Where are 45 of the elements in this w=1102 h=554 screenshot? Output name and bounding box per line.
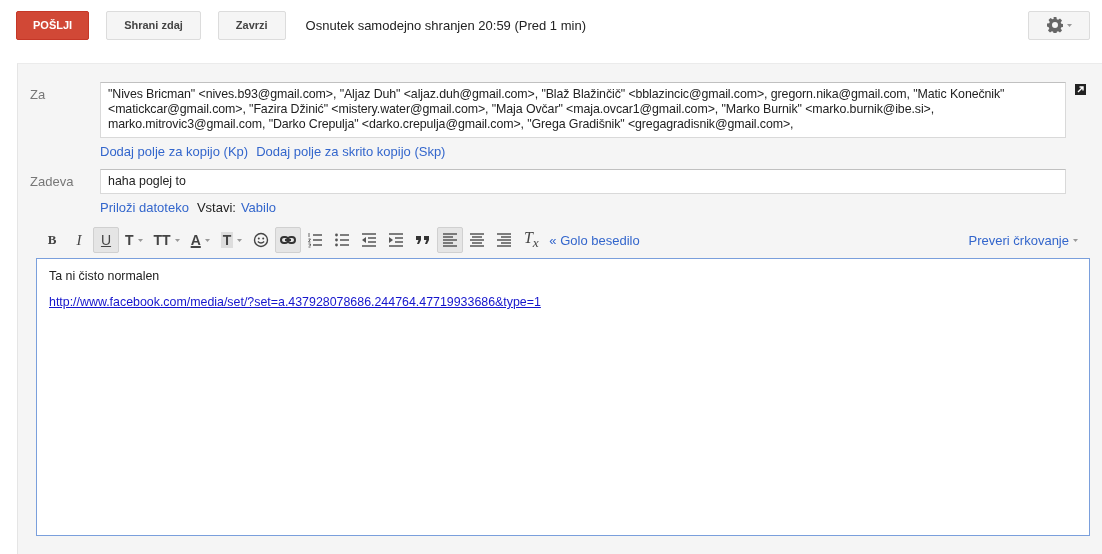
caret-icon (204, 238, 210, 242)
recipients-field[interactable]: "Nives Bricman" <nives.b93@gmail.com>, "Aljaz Duh" <aljaz.duh@gmail.com>, "Blaž Blažinčič" <bblazincic@gmail.com>, gregorn.nika@gmail.com, "Matic Konečnik" <matickcar@gmail.com>, "Fazira Džinić" <mistery.water@gmail.com>, "Maja Ovčar" <maja.ovcar1@gmail.com>, "Marko Burnik" <marko.burnik@ibe.si>, marko.mitrovic3@gmail.com, "Darko Crepulja" <darko.crepulja@gmail.com>, "Grega Gradišnik" <gregagradisnik@gmail.com>, (100, 82, 1066, 138)
subject-label: Zadeva (30, 173, 75, 189)
draft-status: Osnutek samodejno shranjen 20:59 (Pred 1 min) (305, 17, 586, 33)
send-button[interactable]: POŠLJI (16, 10, 90, 40)
highlight-button[interactable]: T (215, 227, 248, 253)
italic-button[interactable]: I (66, 227, 92, 253)
settings-button[interactable] (1028, 10, 1090, 40)
add-bcc-link[interactable]: Dodaj polje za skrito kopijo (Skp) (256, 144, 446, 159)
caret-icon (137, 238, 143, 242)
invitation-link[interactable]: Vabilo (240, 200, 277, 215)
caret-icon (1066, 23, 1072, 27)
smiley-icon (253, 232, 270, 248)
numbered-list-icon (307, 232, 324, 248)
bold-button[interactable]: B (39, 227, 65, 253)
body-text: Ta ni čisto normalen (49, 269, 160, 283)
subject-field[interactable]: haha poglej to (100, 169, 1066, 194)
outdent-icon (361, 232, 378, 248)
plain-text-link[interactable]: « Golo besedilo (549, 232, 640, 248)
align-left-button[interactable] (437, 227, 464, 253)
clear-formatting-button[interactable]: T$_{x}$ (518, 227, 545, 253)
underline-button[interactable]: U (93, 227, 119, 253)
align-right-icon (496, 232, 513, 248)
font-button[interactable]: T (120, 227, 148, 253)
to-label: Za (30, 86, 47, 102)
caret-icon (174, 238, 180, 242)
add-cc-link[interactable]: Dodaj polje za kopijo (Kp) (100, 144, 249, 159)
caret-icon (237, 238, 243, 242)
popout-icon[interactable] (1075, 84, 1086, 95)
align-center-icon (469, 232, 486, 248)
text-color-button[interactable]: A (185, 227, 215, 253)
attach-file-link[interactable]: Priloži datoteko (100, 200, 189, 215)
settings-icon (1046, 17, 1063, 33)
link-button[interactable] (275, 227, 302, 253)
body-link[interactable]: http://www.facebook.com/media/set/?set=a.437928078686.244764.47719933686&type=1 (49, 295, 541, 309)
save-button[interactable]: Shrani zdaj (106, 10, 201, 40)
caret-icon (1073, 238, 1078, 242)
insert-label: Vstavi: (196, 200, 236, 215)
spellcheck-button[interactable]: Preveri črkovanje (968, 232, 1078, 248)
text-size-button[interactable]: TT (148, 227, 185, 253)
align-left-icon (442, 232, 459, 248)
message-body-editor[interactable]: Ta ni čisto normalen http://www.facebook.com/media/set/?set=a.437928078686.244764.47719933686&type=1 (36, 258, 1090, 536)
discard-button[interactable]: Zavrzi (217, 10, 286, 40)
indent-icon (388, 232, 405, 248)
bulleted-list-icon (334, 232, 351, 248)
